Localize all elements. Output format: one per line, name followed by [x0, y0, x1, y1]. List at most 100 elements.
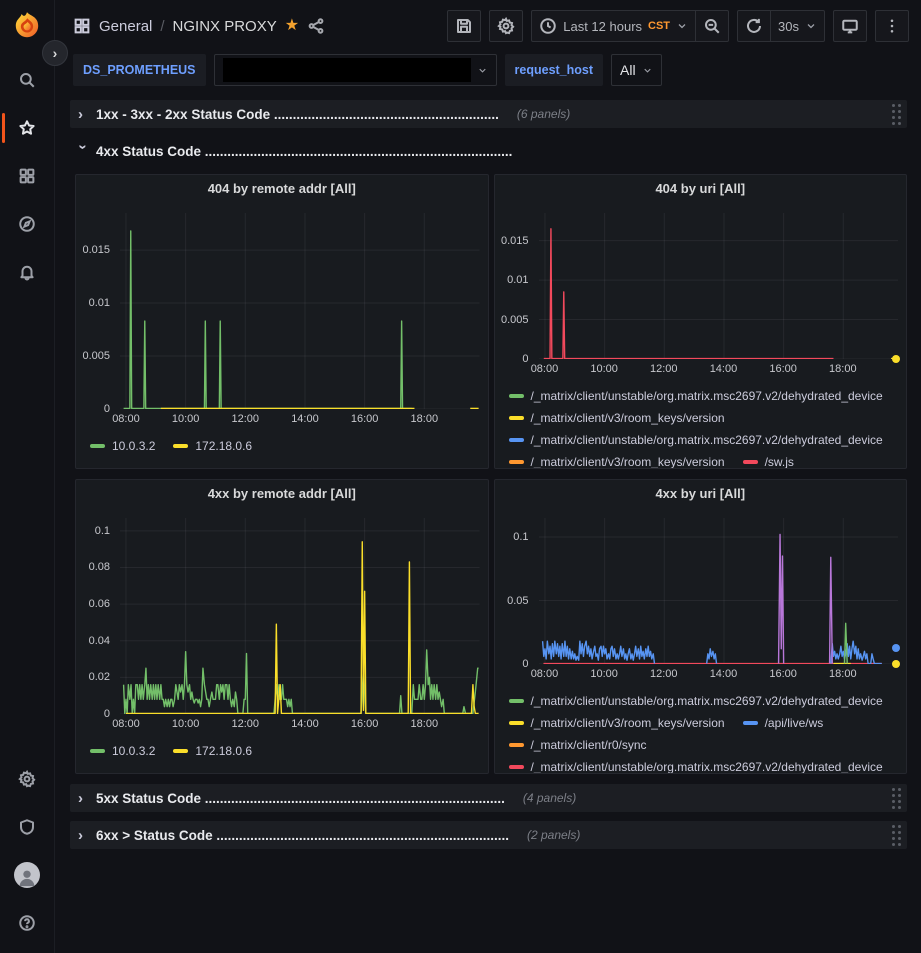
- zoom-out-time-button[interactable]: [696, 10, 729, 42]
- series-line: [124, 650, 479, 714]
- chart-canvas[interactable]: [120, 518, 480, 714]
- drag-handle-icon[interactable]: [892, 825, 901, 846]
- refresh-interval-picker[interactable]: 30s: [771, 10, 825, 42]
- legend-label: 10.0.3.2: [112, 439, 155, 453]
- panel-title[interactable]: 4xx by uri [All]: [495, 480, 907, 508]
- sidebar-item-profile[interactable]: [0, 863, 55, 887]
- legend-swatch: [90, 749, 105, 753]
- series-line: [542, 641, 654, 663]
- row-5xx[interactable]: › 5xx Status Code ......................…: [70, 784, 907, 812]
- legend-item[interactable]: /api/live/ws: [743, 712, 824, 734]
- sidebar-item-alerting[interactable]: [0, 260, 55, 284]
- kebab-menu-button[interactable]: [875, 10, 909, 42]
- x-tick-label: 18:00: [411, 413, 439, 425]
- panel-title[interactable]: 404 by uri [All]: [495, 175, 907, 203]
- y-axis: 00.020.040.060.080.1: [76, 518, 116, 714]
- timezone-badge: CST: [648, 20, 670, 32]
- row-6xx[interactable]: › 6xx > Status Code ....................…: [70, 821, 907, 849]
- shield-icon: [18, 818, 36, 836]
- variable-value-ds-prometheus[interactable]: [214, 54, 497, 86]
- legend-item[interactable]: /_matrix/client/v3/room_keys/version: [509, 451, 725, 468]
- save-dashboard-button[interactable]: [447, 10, 481, 42]
- sidebar-bottom-group: [0, 755, 55, 947]
- sidebar-item-dashboards[interactable]: [0, 164, 55, 188]
- cycle-view-button[interactable]: [833, 10, 867, 42]
- legend-item[interactable]: /_matrix/client/unstable/org.matrix.msc2…: [509, 690, 883, 712]
- x-tick-label: 08:00: [531, 363, 559, 375]
- x-tick-label: 18:00: [829, 668, 857, 680]
- x-axis: 08:0010:0012:0014:0016:0018:00: [120, 413, 480, 431]
- row-4xx[interactable]: › 4xx Status Code ......................…: [70, 137, 907, 165]
- legend-item[interactable]: /sw.js: [743, 451, 794, 468]
- y-tick-label: 0.005: [82, 350, 110, 362]
- point-marker: [892, 644, 900, 652]
- variable-label-ds-prometheus[interactable]: DS_PROMETHEUS: [73, 54, 206, 86]
- legend-swatch: [509, 394, 524, 398]
- sidebar-item-search[interactable]: [0, 68, 55, 92]
- legend-label: /sw.js: [765, 455, 794, 468]
- row-1xx-3xx-2xx[interactable]: › 1xx - 3xx - 2xx Status Code ..........…: [70, 100, 907, 128]
- legend-item[interactable]: /_matrix/client/unstable/org.matrix.msc2…: [509, 756, 883, 773]
- panel-4xx-by-uri: 4xx by uri [All] 00.050.1 08:0010:0012:0…: [494, 479, 908, 774]
- row-title: 4xx Status Code ........................…: [96, 144, 512, 159]
- legend-item[interactable]: 10.0.3.2: [90, 740, 155, 762]
- time-range-picker[interactable]: Last 12 hours CST: [531, 10, 696, 42]
- breadcrumb-section[interactable]: General: [99, 18, 152, 35]
- legend-swatch: [509, 743, 524, 747]
- panel-title[interactable]: 4xx by remote addr [All]: [76, 480, 488, 508]
- chart-canvas[interactable]: [120, 213, 480, 409]
- refresh-interval-label: 30s: [778, 19, 799, 34]
- series-line: [124, 231, 412, 408]
- legend-item[interactable]: /_matrix/client/v3/room_keys/version: [509, 712, 725, 734]
- alerting-bell-icon: [18, 263, 36, 281]
- legend-item[interactable]: 172.18.0.6: [173, 740, 252, 762]
- sidebar-item-starred[interactable]: [0, 116, 55, 140]
- legend-label: 172.18.0.6: [195, 439, 252, 453]
- row-title: 5xx Status Code ........................…: [96, 791, 505, 806]
- x-tick-label: 14:00: [291, 718, 319, 730]
- x-tick-label: 18:00: [829, 363, 857, 375]
- sidebar-item-server-admin[interactable]: [0, 815, 55, 839]
- variable-value-request-host[interactable]: All: [611, 54, 662, 86]
- legend-item[interactable]: /_matrix/client/v3/room_keys/version: [509, 407, 725, 429]
- x-tick-label: 12:00: [650, 668, 678, 680]
- refresh-button[interactable]: [737, 10, 771, 42]
- sidebar-expand-button[interactable]: ›: [42, 40, 68, 66]
- legend-item[interactable]: 172.18.0.6: [173, 435, 252, 457]
- legend-item[interactable]: /_matrix/client/unstable/org.matrix.msc2…: [509, 429, 883, 451]
- share-icon[interactable]: [307, 17, 325, 35]
- legend-item[interactable]: /_matrix/client/r0/sync: [509, 734, 647, 756]
- sidebar-item-help[interactable]: [0, 911, 55, 935]
- x-tick-label: 16:00: [769, 668, 797, 680]
- y-tick-label: 0: [104, 403, 110, 415]
- x-tick-label: 14:00: [291, 413, 319, 425]
- series-line: [543, 229, 833, 359]
- dashboard-title[interactable]: NGINX PROXY: [173, 18, 277, 35]
- main-area: General / NGINX PROXY ★ Last: [55, 0, 921, 953]
- y-tick-label: 0: [522, 658, 528, 670]
- series-line: [830, 641, 881, 663]
- grafana-logo[interactable]: [11, 10, 43, 42]
- refresh-icon: [745, 17, 763, 35]
- panel-title[interactable]: 404 by remote addr [All]: [76, 175, 488, 203]
- dashboard-settings-button[interactable]: [489, 10, 523, 42]
- x-tick-label: 12:00: [232, 718, 260, 730]
- sidebar-item-explore[interactable]: [0, 212, 55, 236]
- chart-canvas[interactable]: [539, 518, 899, 664]
- drag-handle-icon[interactable]: [892, 104, 901, 125]
- variable-label-request-host[interactable]: request_host: [505, 54, 604, 86]
- chevron-down-icon: [805, 20, 817, 32]
- chart-canvas[interactable]: [539, 213, 899, 359]
- legend-item[interactable]: 10.0.3.2: [90, 435, 155, 457]
- chevron-down-icon: [642, 65, 653, 76]
- drag-handle-icon[interactable]: [892, 788, 901, 809]
- redacted-value: [223, 58, 471, 82]
- legend-item[interactable]: /_matrix/client/unstable/org.matrix.msc2…: [509, 385, 883, 407]
- legend: /_matrix/client/unstable/org.matrix.msc2…: [495, 688, 907, 773]
- legend-swatch: [743, 721, 758, 725]
- y-tick-label: 0.06: [89, 598, 110, 610]
- favorite-star-icon[interactable]: ★: [285, 18, 299, 34]
- sidebar-item-configuration[interactable]: [0, 767, 55, 791]
- x-tick-label: 16:00: [351, 718, 379, 730]
- x-tick-label: 08:00: [531, 668, 559, 680]
